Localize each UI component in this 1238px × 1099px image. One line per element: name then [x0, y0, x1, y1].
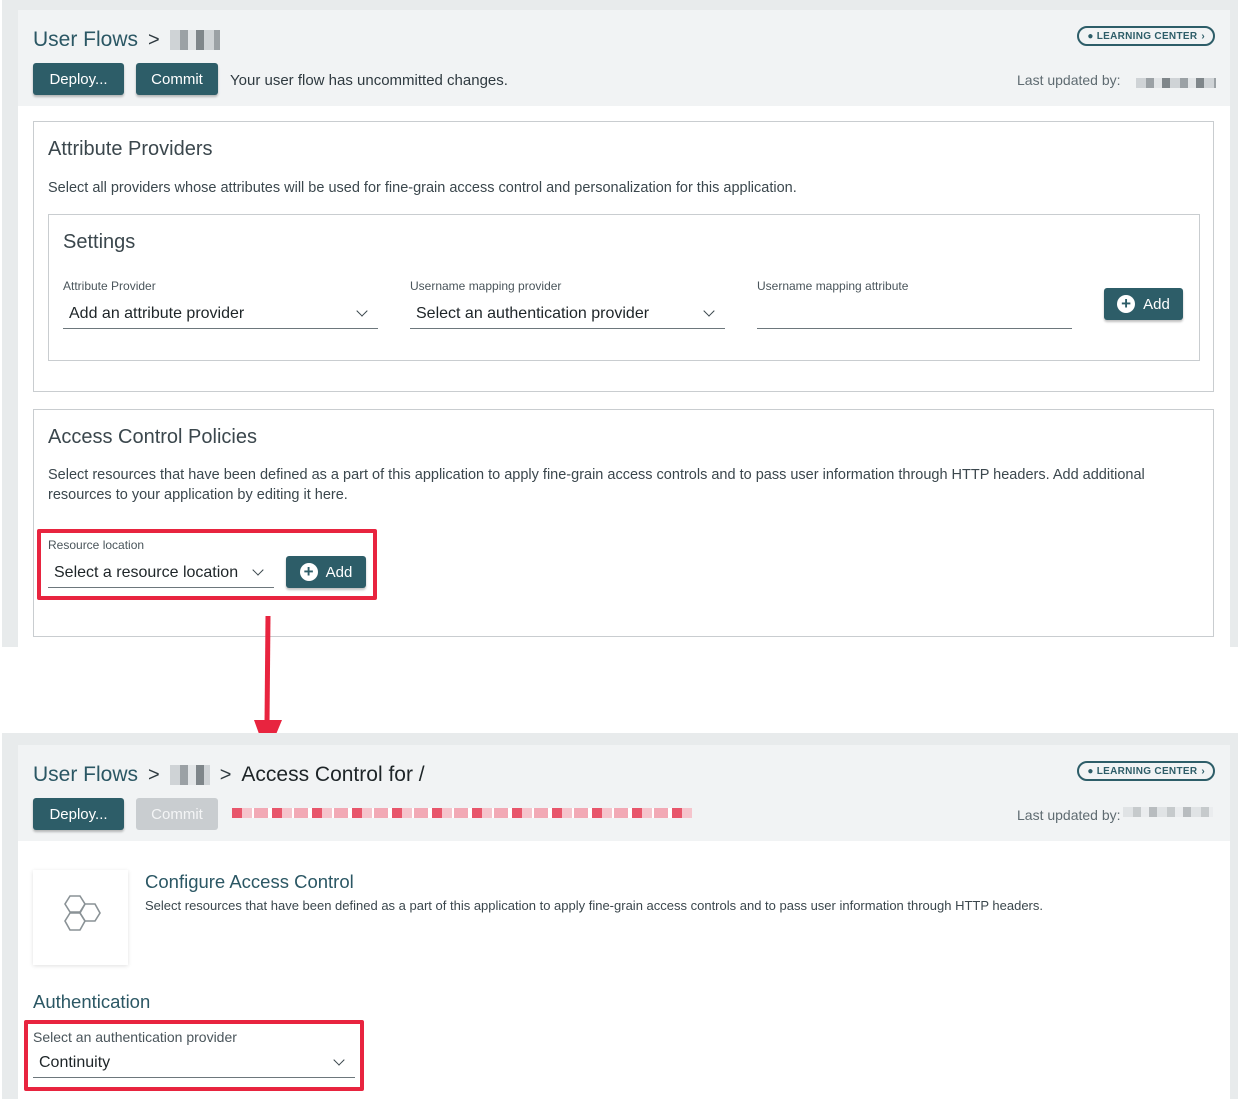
learning-center-label: LEARNING CENTER — [1096, 765, 1198, 777]
attribute-providers-description: Select all providers whose attributes wi… — [48, 180, 797, 196]
username-mapping-provider-select[interactable]: Select an authentication provider — [410, 299, 725, 329]
commit-button[interactable]: Commit — [136, 63, 218, 95]
access-control-policies-title: Access Control Policies — [48, 426, 257, 448]
attribute-provider-select[interactable]: Add an attribute provider — [63, 299, 378, 329]
breadcrumb-user-flows[interactable]: User Flows — [33, 28, 138, 52]
chevron-down-icon — [703, 305, 715, 317]
authentication-title: Authentication — [33, 991, 151, 1012]
breadcrumb: User Flows > > Access Control for / — [33, 763, 425, 787]
access-control-policies-description: Select resources that have been defined … — [48, 467, 1145, 503]
access-control-logo — [33, 870, 128, 965]
header-bar: User Flows > ● LEARNING CENTER › Deploy.… — [18, 10, 1230, 106]
highlight-authentication-provider — [24, 1020, 364, 1091]
configure-access-control-title: Configure Access Control — [145, 871, 354, 892]
chevron-right-icon: › — [1201, 765, 1205, 777]
learning-center-label: LEARNING CENTER — [1096, 30, 1198, 42]
attribute-provider-value: Add an attribute provider — [69, 304, 245, 322]
breadcrumb: User Flows > — [33, 28, 220, 52]
breadcrumb-current: Access Control for / — [241, 763, 425, 786]
username-mapping-provider-value: Select an authentication provider — [416, 304, 650, 322]
header-bar: User Flows > > Access Control for / ● LE… — [18, 745, 1230, 841]
chevron-right-icon: › — [1201, 30, 1205, 42]
chevron-right-icon: > — [148, 763, 160, 786]
hexagon-logo-icon — [64, 895, 101, 931]
access-control-policies-card: Access Control Policies Select resources… — [33, 409, 1214, 637]
commit-button-disabled[interactable]: Commit — [136, 798, 218, 830]
breadcrumb-flow-name-redacted[interactable] — [169, 765, 210, 785]
learning-center-button[interactable]: ● LEARNING CENTER › — [1077, 26, 1215, 46]
status-message-redacted — [232, 808, 692, 818]
attribute-providers-title: Attribute Providers — [48, 138, 213, 160]
plus-circle-icon: + — [1117, 295, 1136, 313]
add-attribute-provider-button[interactable]: + Add — [1104, 288, 1183, 320]
breadcrumb-flow-name-redacted[interactable] — [169, 30, 220, 50]
add-label: Add — [1143, 295, 1170, 313]
uncommitted-message: Your user flow has uncommitted changes. — [230, 72, 508, 89]
highlight-resource-location — [37, 529, 377, 600]
settings-title: Settings — [63, 231, 136, 253]
username-mapping-attribute-input[interactable] — [757, 299, 1072, 329]
username-mapping-attribute-label: Username mapping attribute — [757, 279, 909, 293]
last-updated-label: Last updated by: — [1017, 72, 1121, 88]
username-mapping-provider-label: Username mapping provider — [410, 279, 562, 293]
configure-access-control-description: Select resources that have been defined … — [145, 898, 1043, 913]
last-updated-user-redacted — [1136, 78, 1216, 88]
lightbulb-icon: ● — [1087, 765, 1094, 777]
attribute-provider-label: Attribute Provider — [63, 279, 156, 293]
deploy-button[interactable]: Deploy... — [33, 63, 124, 95]
settings-card: Settings Attribute Provider Add an attri… — [48, 214, 1200, 361]
last-updated-label: Last updated by: — [1017, 807, 1121, 823]
chevron-right-icon: > — [148, 28, 160, 51]
breadcrumb-user-flows[interactable]: User Flows — [33, 763, 138, 787]
chevron-right-icon: > — [219, 763, 232, 786]
attribute-providers-card: Attribute Providers Select all providers… — [33, 121, 1214, 392]
lightbulb-icon: ● — [1087, 30, 1094, 42]
deploy-button[interactable]: Deploy... — [33, 798, 124, 830]
chevron-down-icon — [356, 305, 368, 317]
last-updated-user-redacted — [1123, 807, 1213, 817]
learning-center-button[interactable]: ● LEARNING CENTER › — [1077, 761, 1215, 781]
